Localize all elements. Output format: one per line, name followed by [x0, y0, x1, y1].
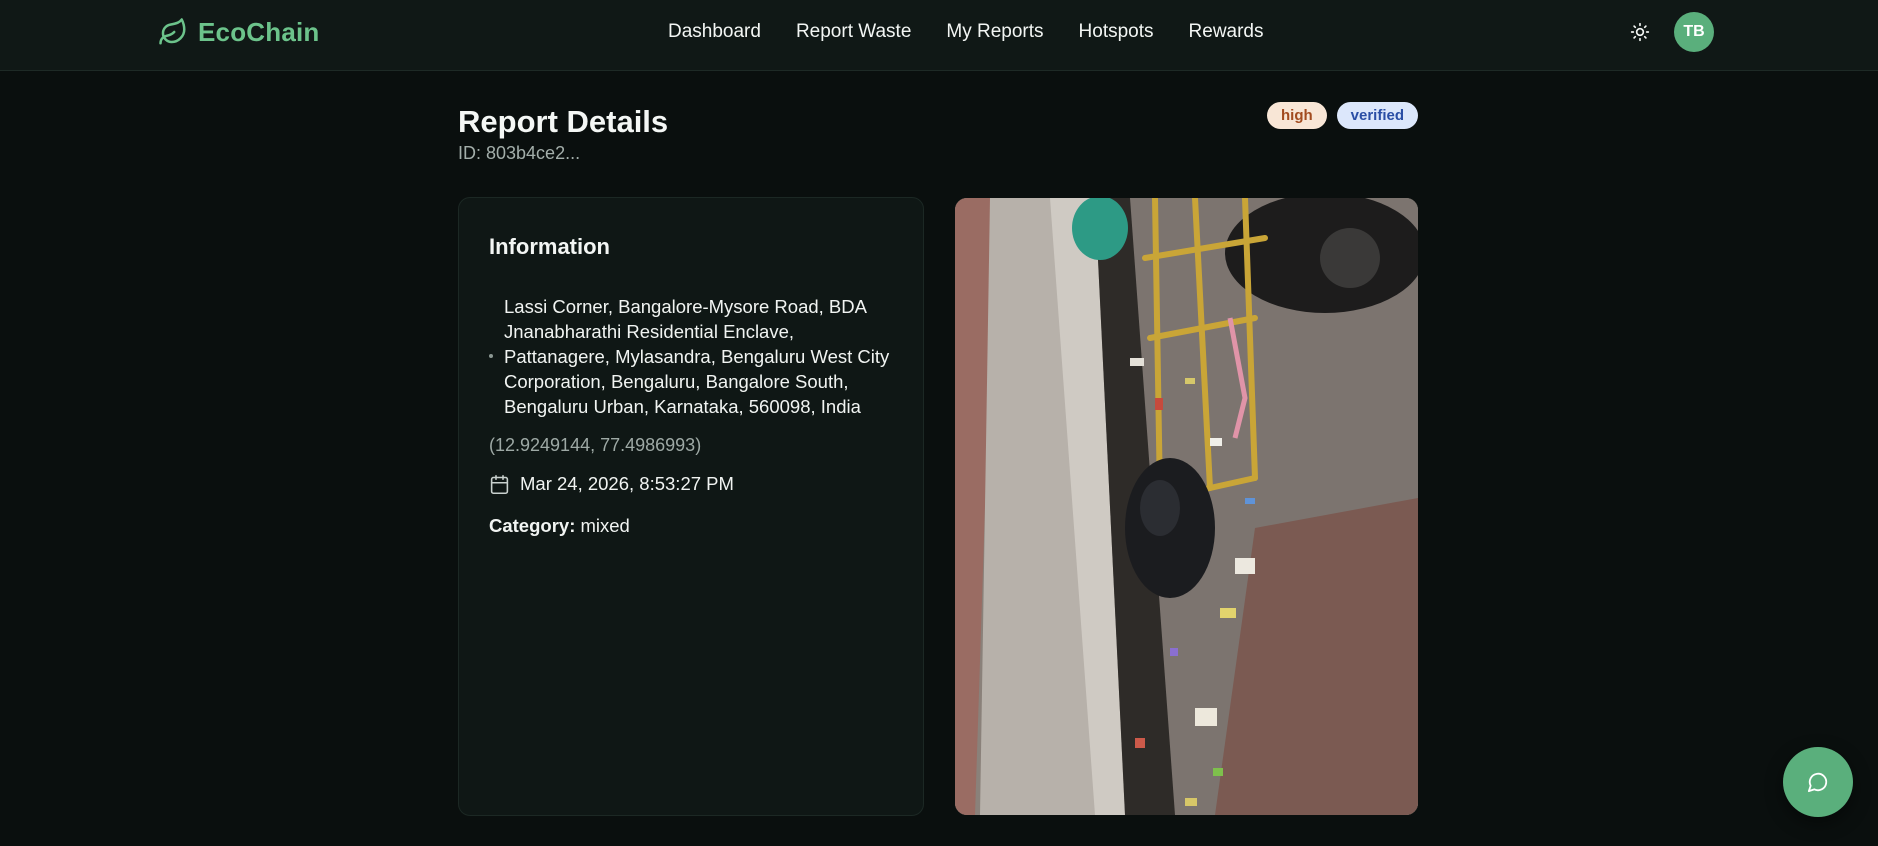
user-avatar[interactable]: TB	[1674, 12, 1714, 52]
report-date: Mar 24, 2026, 8:53:27 PM	[520, 473, 734, 494]
information-card: Information Lassi Corner, Bangalore-Myso…	[458, 197, 924, 816]
report-coordinates: (12.9249144, 77.4986993)	[489, 435, 702, 455]
sun-icon	[1630, 22, 1650, 42]
nav-hotspots[interactable]: Hotspots	[1079, 21, 1154, 43]
status-badges: high verified	[1267, 102, 1419, 129]
calendar-icon	[490, 474, 509, 494]
report-id: ID: 803b4ce2...	[458, 143, 581, 163]
report-date-row: Mar 24, 2026, 8:53:27 PM	[489, 473, 734, 495]
status-badge: verified	[1336, 102, 1419, 129]
leaf-icon	[159, 18, 186, 45]
page-title: Report Details	[458, 104, 669, 139]
top-navbar: EcoChain Dashboard Report Waste My Repor…	[0, 0, 1878, 71]
nav-report-waste[interactable]: Report Waste	[796, 21, 911, 43]
nav-rewards[interactable]: Rewards	[1189, 21, 1264, 43]
brand-name: EcoChain	[198, 16, 320, 47]
category-label: Category:	[489, 515, 576, 536]
address-bullet	[489, 354, 493, 358]
report-category: Category: mixed	[489, 515, 630, 537]
main-nav: Dashboard Report Waste My Reports Hotspo…	[668, 18, 1299, 46]
waste-photo-illustration	[955, 198, 1418, 815]
waste-photo	[955, 198, 1418, 815]
chat-bubble-icon	[1807, 772, 1828, 793]
brand-logo[interactable]: EcoChain	[158, 14, 320, 50]
nav-my-reports[interactable]: My Reports	[946, 21, 1043, 43]
category-value: mixed	[580, 515, 630, 536]
theme-toggle-button[interactable]	[1625, 17, 1655, 47]
chat-button[interactable]	[1783, 747, 1853, 817]
severity-badge: high	[1267, 102, 1327, 129]
nav-dashboard[interactable]: Dashboard	[668, 21, 761, 43]
report-address: Lassi Corner, Bangalore-Mysore Road, BDA…	[504, 296, 890, 417]
information-heading: Information	[489, 234, 610, 259]
